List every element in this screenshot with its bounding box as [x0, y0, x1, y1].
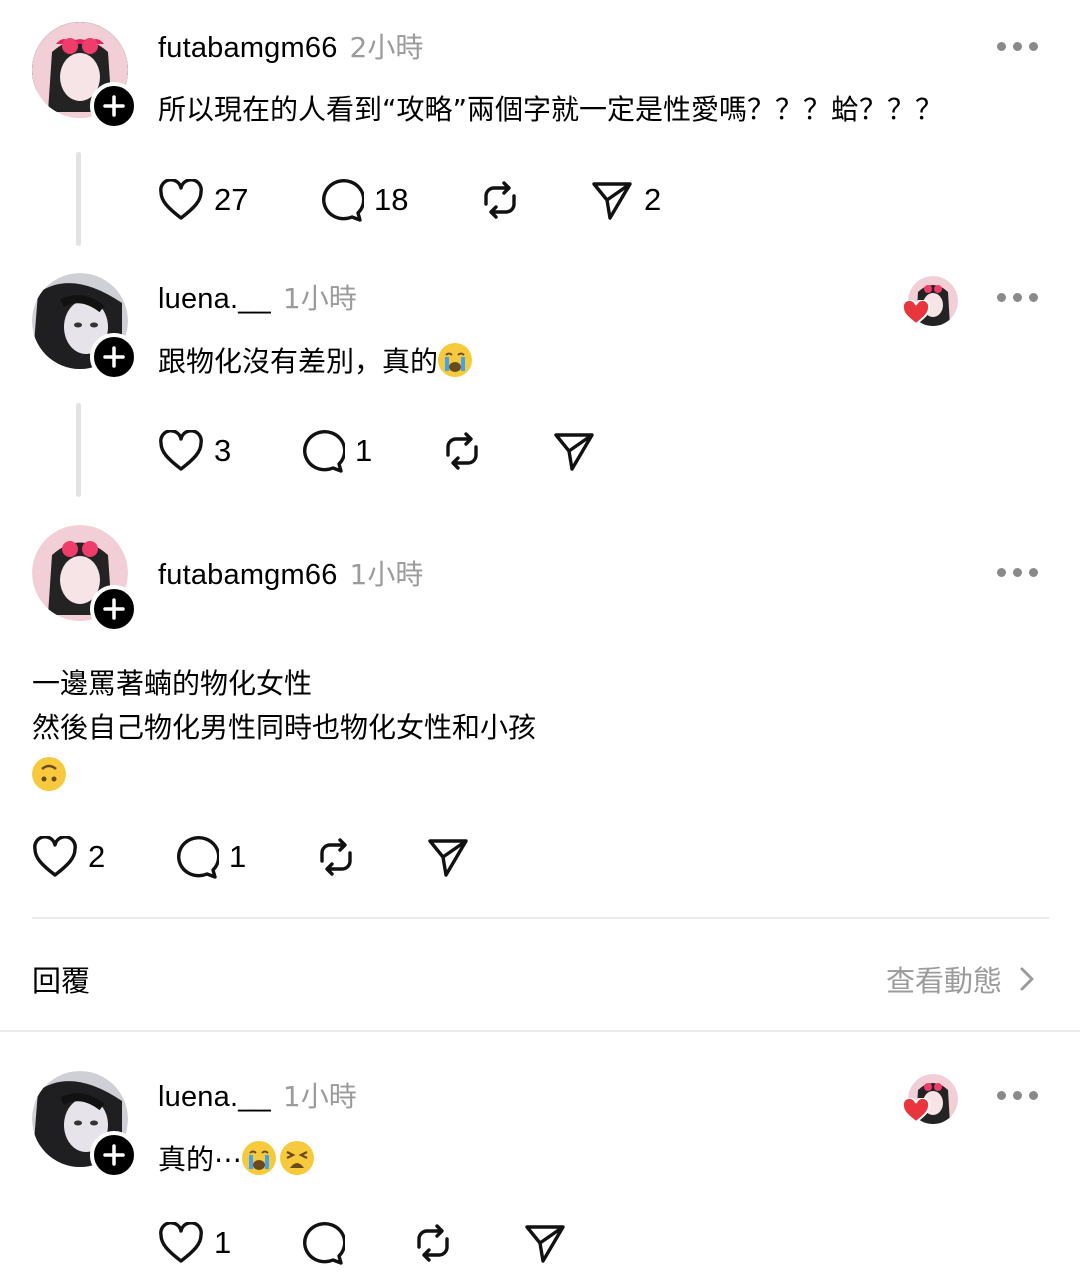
thread-line	[76, 403, 81, 497]
post-header: futabamgm66 1小時	[158, 553, 423, 593]
comment-icon	[322, 179, 364, 222]
post-text: 真的⋯	[158, 1138, 315, 1182]
username[interactable]: futabamgm66	[158, 559, 338, 592]
post-text-content: 真的⋯	[158, 1143, 243, 1176]
upside-down-face-emoji-icon	[32, 757, 66, 791]
follow-plus-icon[interactable]	[90, 333, 138, 381]
repost-button[interactable]	[440, 429, 552, 473]
like-button[interactable]: 1	[158, 1222, 299, 1264]
post-header: luena.__ 1小時	[158, 1075, 357, 1115]
follow-plus-icon[interactable]	[90, 1131, 138, 1179]
repost-button[interactable]	[411, 1221, 523, 1265]
post-text-content: 跟物化沒有差別，真的	[158, 345, 439, 378]
timestamp: 1小時	[349, 558, 424, 591]
comment-count: 1	[355, 433, 373, 468]
username[interactable]: futabamgm66	[158, 32, 338, 65]
tired-face-emoji-icon	[280, 1141, 315, 1175]
username[interactable]: luena.__	[158, 1081, 271, 1114]
heart-icon	[159, 430, 203, 471]
share-icon	[525, 1225, 565, 1263]
thread-line	[76, 152, 81, 246]
follow-plus-icon[interactable]	[90, 585, 138, 633]
like-button[interactable]: 27	[158, 179, 318, 221]
timestamp: 1小時	[282, 1080, 357, 1113]
comment-button[interactable]: 1	[173, 834, 314, 880]
post-actions: 3 1	[158, 426, 596, 476]
post-actions: 1	[158, 1218, 567, 1268]
share-button[interactable]	[426, 835, 470, 879]
post-header: futabamgm66 2小時	[158, 26, 423, 66]
comment-icon	[177, 836, 219, 879]
like-button[interactable]: 3	[158, 430, 299, 472]
heart-icon	[159, 1222, 203, 1263]
crying-emoji-icon	[242, 1141, 277, 1175]
comment-button[interactable]	[299, 1220, 411, 1266]
post-header: luena.__ 1小時	[158, 277, 357, 317]
view-activity-link[interactable]: 查看動態	[886, 958, 1042, 1000]
like-button[interactable]: 2	[32, 836, 173, 878]
post-actions: 2 1	[32, 832, 470, 882]
liked-by-author	[902, 1074, 958, 1124]
comment-button[interactable]: 18	[318, 177, 478, 223]
share-icon	[428, 839, 468, 877]
repost-icon	[320, 838, 352, 876]
share-icon	[592, 182, 632, 220]
repost-icon	[484, 181, 516, 219]
replies-label: 回覆	[32, 964, 91, 998]
heart-icon	[902, 1098, 930, 1124]
post-text: 一邊罵著蝻的物化女性 然後自己物化男性同時也物化女性和小孩	[32, 662, 536, 798]
more-icon[interactable]	[997, 42, 1038, 51]
share-count: 2	[644, 182, 662, 217]
comment-icon	[303, 430, 345, 473]
heart-icon	[902, 300, 930, 326]
like-count: 1	[214, 1225, 232, 1260]
share-button[interactable]	[552, 429, 596, 473]
more-icon[interactable]	[997, 568, 1038, 577]
heart-icon	[159, 179, 203, 220]
more-icon[interactable]	[997, 1091, 1038, 1100]
timestamp: 2小時	[349, 31, 424, 64]
repost-button[interactable]	[314, 835, 426, 879]
heart-icon	[33, 836, 77, 877]
post-actions: 27 18 2	[158, 175, 661, 225]
like-count: 27	[214, 182, 249, 217]
liked-by-author	[902, 276, 958, 326]
chevron-right-icon	[1020, 967, 1034, 991]
repost-icon	[446, 432, 478, 470]
like-count: 3	[214, 433, 232, 468]
post-text-line: 然後自己物化男性同時也物化女性和小孩	[32, 711, 537, 744]
share-button[interactable]	[523, 1221, 567, 1265]
share-icon	[554, 433, 594, 471]
post-text-line: 一邊罵著蝻的物化女性	[32, 667, 313, 700]
view-activity-label: 查看動態	[886, 964, 1003, 998]
repost-button[interactable]	[478, 178, 590, 222]
follow-plus-icon[interactable]	[90, 82, 138, 130]
comment-count: 18	[374, 182, 409, 217]
post-text: 所以現在的人看到“攻略”兩個字就一定是性愛嗎？？？蛤？？？	[158, 93, 944, 126]
like-count: 2	[88, 839, 106, 874]
comment-count: 1	[229, 839, 247, 874]
comment-button[interactable]: 1	[299, 428, 440, 474]
repost-icon	[417, 1224, 449, 1262]
divider	[0, 1030, 1080, 1032]
username[interactable]: luena.__	[158, 283, 271, 316]
divider	[32, 917, 1049, 919]
crying-emoji-icon	[438, 343, 473, 377]
share-button[interactable]: 2	[590, 178, 661, 222]
more-icon[interactable]	[997, 293, 1038, 302]
timestamp: 1小時	[282, 282, 357, 315]
comment-icon	[303, 1222, 345, 1265]
post-text: 跟物化沒有差別，真的	[158, 340, 473, 384]
